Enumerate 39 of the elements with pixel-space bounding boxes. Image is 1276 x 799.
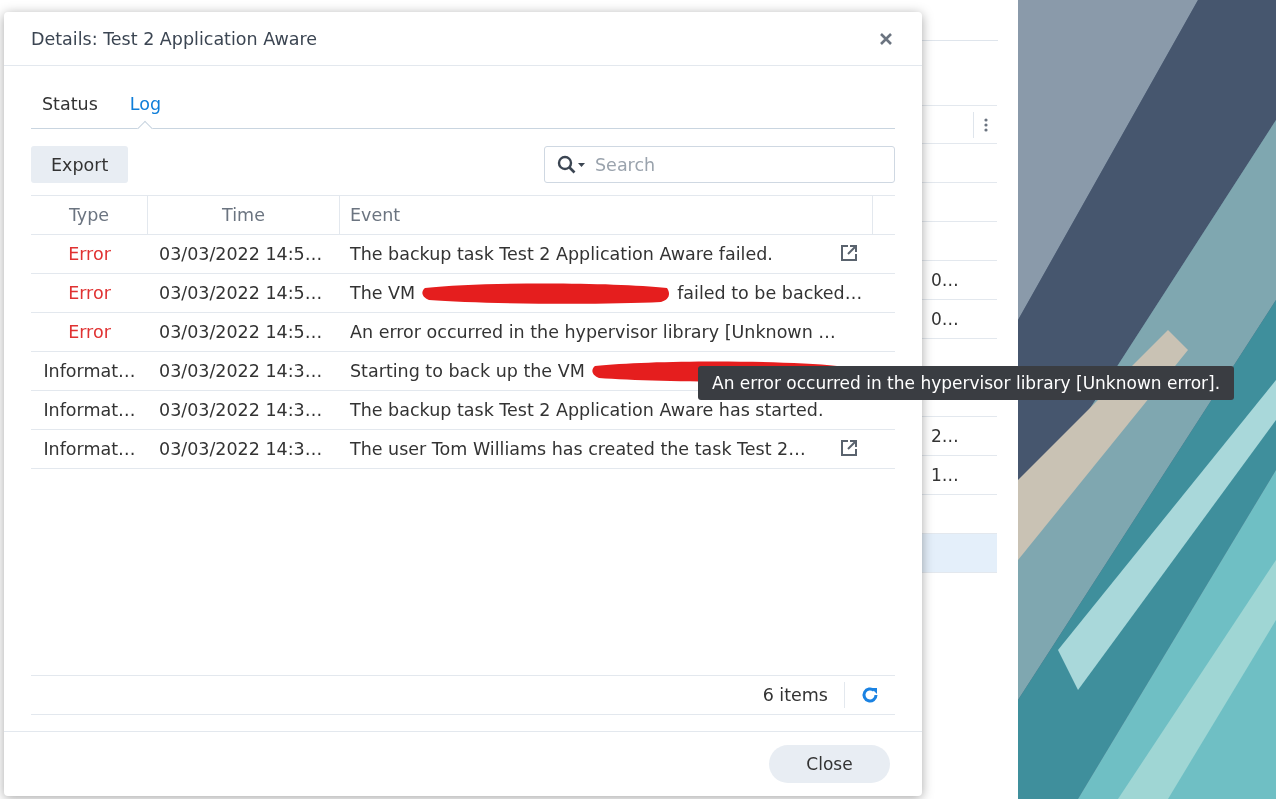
table-cell-text: 03/03/2022 14:5… [158,283,324,303]
table-cell-text: Informat… [42,439,137,459]
table-cell: 0… [931,309,959,329]
search-icon[interactable] [557,154,587,175]
table-cell-text: Error [67,322,112,342]
table-cell-text: Error [67,244,112,264]
search-input[interactable]: Search [593,153,894,176]
search-field[interactable]: Search [544,146,895,183]
dialog-title: Details: Test 2 Application Aware [31,28,318,49]
close-button[interactable]: Close [769,745,890,783]
table-cell: The backup task Test 2 Application Aware has started. [350,400,824,420]
table-cell: 1… [931,465,959,485]
tab[interactable]: Log [129,94,162,128]
external-link-icon[interactable] [839,438,859,458]
table-cell: 0… [931,270,959,290]
table-cell: The backup task Test 2 Application Aware failed. [350,244,773,264]
table-cell: Starting to back up the VM [350,361,585,381]
table-cell-text: 03/03/2022 14:3… [158,361,324,381]
table-cell: failed to be backed… [677,283,863,303]
export-button[interactable]: Export [31,146,129,183]
table-cell-text: 03/03/2022 14:3… [158,439,324,459]
column-header[interactable]: Type [31,196,148,234]
table-cell-text: Informat… [42,400,137,420]
table-cell-text: Informat… [42,361,137,381]
table-cell-text: 03/03/2022 14:5… [158,322,324,342]
table-cell: The VM [350,283,416,303]
table-cell-text: 03/03/2022 14:3… [158,400,324,420]
table-cell-text: 03/03/2022 14:5… [158,244,324,264]
more-icon[interactable] [984,118,988,132]
table-cell: 2… [931,426,959,446]
column-header[interactable]: Time [148,196,340,234]
table-cell: An error occurred in the hypervisor library [Unknown … [350,322,836,342]
table-cell-text: Error [67,283,112,303]
tooltip: An error occurred in the hypervisor library [Unknown error]. [698,366,1235,400]
column-header[interactable]: Event [340,196,873,234]
tab[interactable]: Status [42,94,98,128]
table-cell: The user Tom Williams has created the task Test 2… [350,439,806,459]
item-count: 6 items [762,682,845,708]
external-link-icon[interactable] [839,243,859,263]
